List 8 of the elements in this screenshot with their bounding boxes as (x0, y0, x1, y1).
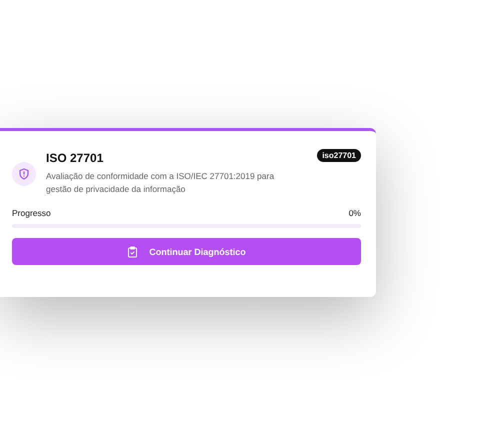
tag-badge: iso27701 (317, 149, 361, 162)
card-description: Avaliação de conformidade com a ISO/IEC 27701:2019 para gestão de privacidade da informação (46, 170, 276, 196)
shield-icon (12, 162, 36, 186)
clipboard-icon (127, 246, 138, 258)
progress-value: 0% (348, 208, 361, 218)
continue-button[interactable]: Continuar Diagnóstico (12, 238, 361, 265)
progress-label: Progresso (12, 208, 51, 218)
card-title: ISO 27701 (46, 151, 104, 165)
